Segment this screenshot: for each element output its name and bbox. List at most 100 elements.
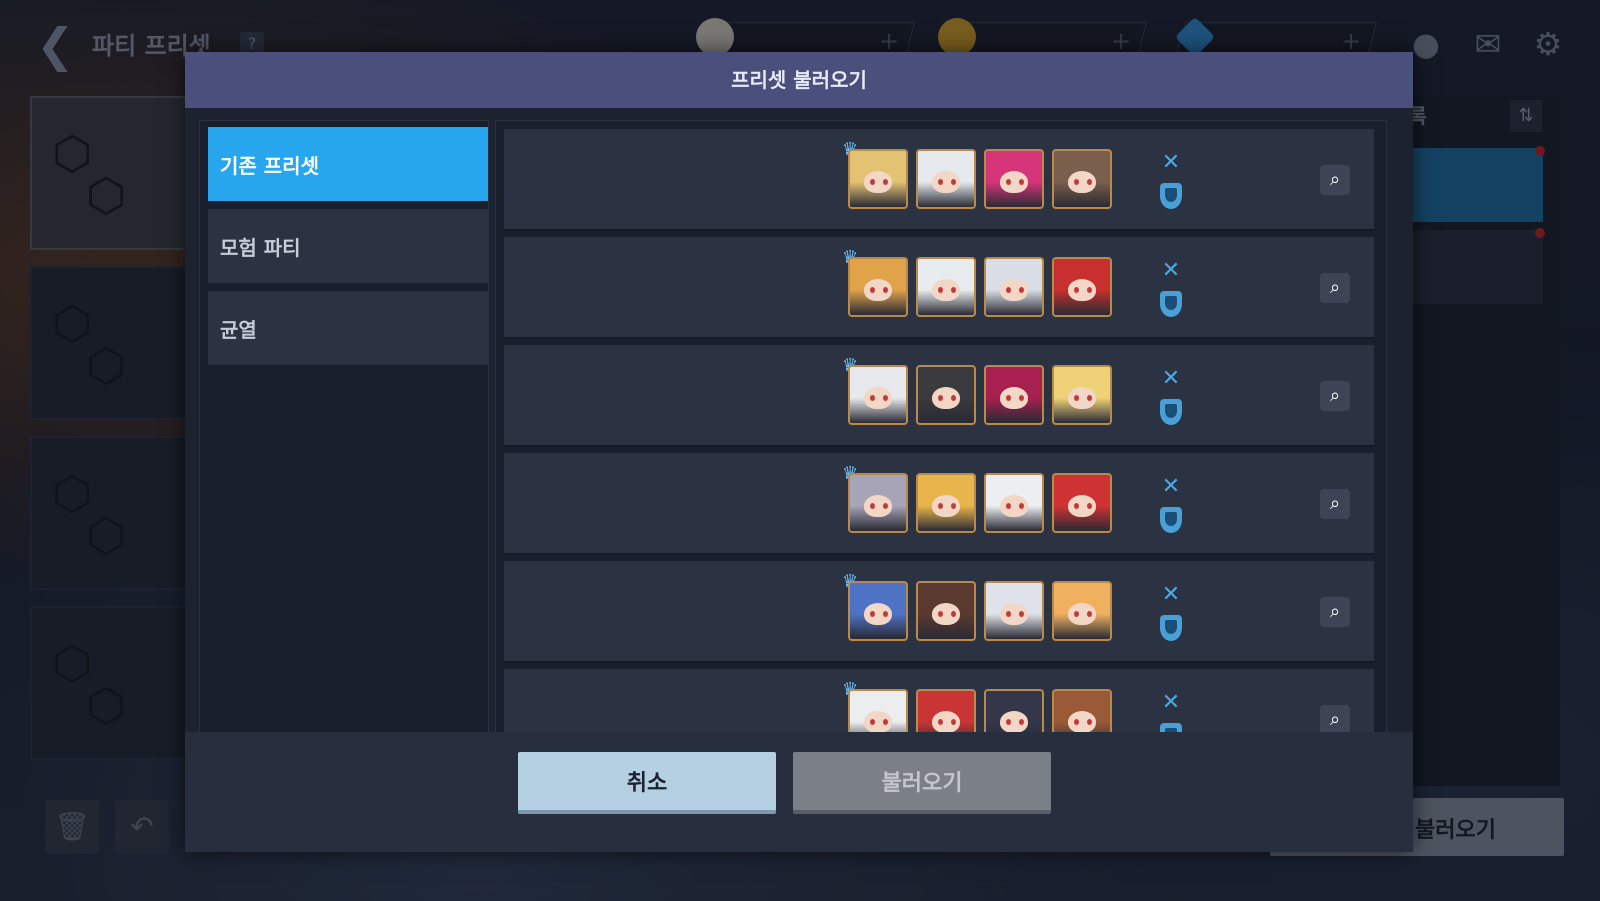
character-portrait <box>1052 257 1112 317</box>
preset-row[interactable]: ♛✕⌕ <box>504 129 1374 229</box>
preset-list[interactable]: ♛✕⌕♛✕⌕♛✕⌕♛✕⌕♛✕⌕♛✕⌕ <box>495 120 1387 762</box>
character-eye <box>1074 179 1079 185</box>
crossed-swords-icon: ✕ <box>1161 690 1181 715</box>
character-portrait <box>984 257 1044 317</box>
character-eye <box>951 287 956 293</box>
character-eye <box>1006 503 1011 509</box>
character-eye <box>1006 611 1011 617</box>
character-portrait <box>1052 365 1112 425</box>
character-eye <box>1006 395 1011 401</box>
search-icon[interactable]: ⌕ <box>1320 597 1350 627</box>
search-icon[interactable]: ⌕ <box>1320 381 1350 411</box>
character-portrait <box>916 581 976 641</box>
crossed-swords-icon: ✕ <box>1161 150 1181 175</box>
character-eye <box>1087 611 1092 617</box>
character-eye <box>938 503 943 509</box>
character-eye <box>1019 179 1024 185</box>
preset-row[interactable]: ♛✕⌕ <box>504 561 1374 661</box>
character-portrait <box>1052 149 1112 209</box>
character-portrait <box>848 473 908 533</box>
character-eye <box>1074 287 1079 293</box>
character-eye <box>938 287 943 293</box>
character-portrait <box>984 473 1044 533</box>
character-portrait <box>1052 581 1112 641</box>
preset-row[interactable]: ♛✕⌕ <box>504 345 1374 445</box>
character-portrait <box>848 581 908 641</box>
character-portrait <box>848 365 908 425</box>
character-eye <box>1006 179 1011 185</box>
character-eye <box>1087 503 1092 509</box>
category-adventure-party[interactable]: 모험 파티 <box>208 209 488 283</box>
character-portrait <box>848 149 908 209</box>
character-portrait <box>984 365 1044 425</box>
character-eye <box>1074 395 1079 401</box>
character-eye <box>1074 503 1079 509</box>
shield-icon <box>1160 507 1182 533</box>
character-eye <box>883 503 888 509</box>
shield-icon <box>1160 291 1182 317</box>
character-eye <box>938 395 943 401</box>
character-eye <box>1006 287 1011 293</box>
character-eye <box>870 503 875 509</box>
character-eye <box>938 719 943 725</box>
preset-row[interactable]: ♛✕⌕ <box>504 453 1374 553</box>
character-portrait <box>848 257 908 317</box>
preset-row[interactable]: ♛✕⌕ <box>504 237 1374 337</box>
character-eye <box>1087 395 1092 401</box>
character-eye <box>951 503 956 509</box>
category-panel: 기존 프리셋 모험 파티 균열 <box>199 120 489 762</box>
dialog-header: 프리셋 불러오기 <box>185 52 1413 108</box>
character-eye <box>870 395 875 401</box>
category-rift[interactable]: 균열 <box>208 291 488 365</box>
character-eye <box>1019 611 1024 617</box>
cancel-button[interactable]: 취소 <box>518 752 776 814</box>
crossed-swords-icon: ✕ <box>1161 582 1181 607</box>
crossed-swords-icon: ✕ <box>1161 474 1181 499</box>
crossed-swords-icon: ✕ <box>1161 366 1181 391</box>
character-portrait <box>916 257 976 317</box>
search-icon[interactable]: ⌕ <box>1320 705 1350 735</box>
character-portrait <box>1052 473 1112 533</box>
character-portrait <box>984 149 1044 209</box>
character-eye <box>951 395 956 401</box>
character-eye <box>870 287 875 293</box>
character-portrait <box>916 473 976 533</box>
character-eye <box>938 179 943 185</box>
character-eye <box>870 611 875 617</box>
shield-icon <box>1160 615 1182 641</box>
dialog-title: 프리셋 불러오기 <box>731 68 867 92</box>
character-eye <box>883 395 888 401</box>
character-eye <box>1074 719 1079 725</box>
character-eye <box>883 287 888 293</box>
search-icon[interactable]: ⌕ <box>1320 489 1350 519</box>
character-eye <box>870 719 875 725</box>
character-eye <box>883 179 888 185</box>
shield-icon <box>1160 183 1182 209</box>
load-preset-dialog: 프리셋 불러오기 기존 프리셋 모험 파티 균열 ♛✕⌕♛✕⌕♛✕⌕♛✕⌕♛✕⌕… <box>185 52 1413 852</box>
character-eye <box>1019 287 1024 293</box>
character-eye <box>870 179 875 185</box>
character-eye <box>1006 719 1011 725</box>
character-eye <box>1087 179 1092 185</box>
character-eye <box>883 719 888 725</box>
load-button[interactable]: 불러오기 <box>793 752 1051 814</box>
character-portrait <box>916 365 976 425</box>
character-eye <box>1087 287 1092 293</box>
character-eye <box>1019 503 1024 509</box>
character-eye <box>951 719 956 725</box>
search-icon[interactable]: ⌕ <box>1320 165 1350 195</box>
character-portrait <box>916 149 976 209</box>
character-eye <box>1019 395 1024 401</box>
character-eye <box>951 179 956 185</box>
shield-icon <box>1160 399 1182 425</box>
character-eye <box>938 611 943 617</box>
character-eye <box>1074 611 1079 617</box>
crossed-swords-icon: ✕ <box>1161 258 1181 283</box>
character-eye <box>1087 719 1092 725</box>
character-eye <box>883 611 888 617</box>
character-eye <box>1019 719 1024 725</box>
search-icon[interactable]: ⌕ <box>1320 273 1350 303</box>
character-portrait <box>984 581 1044 641</box>
character-eye <box>951 611 956 617</box>
category-existing-presets[interactable]: 기존 프리셋 <box>208 127 488 201</box>
